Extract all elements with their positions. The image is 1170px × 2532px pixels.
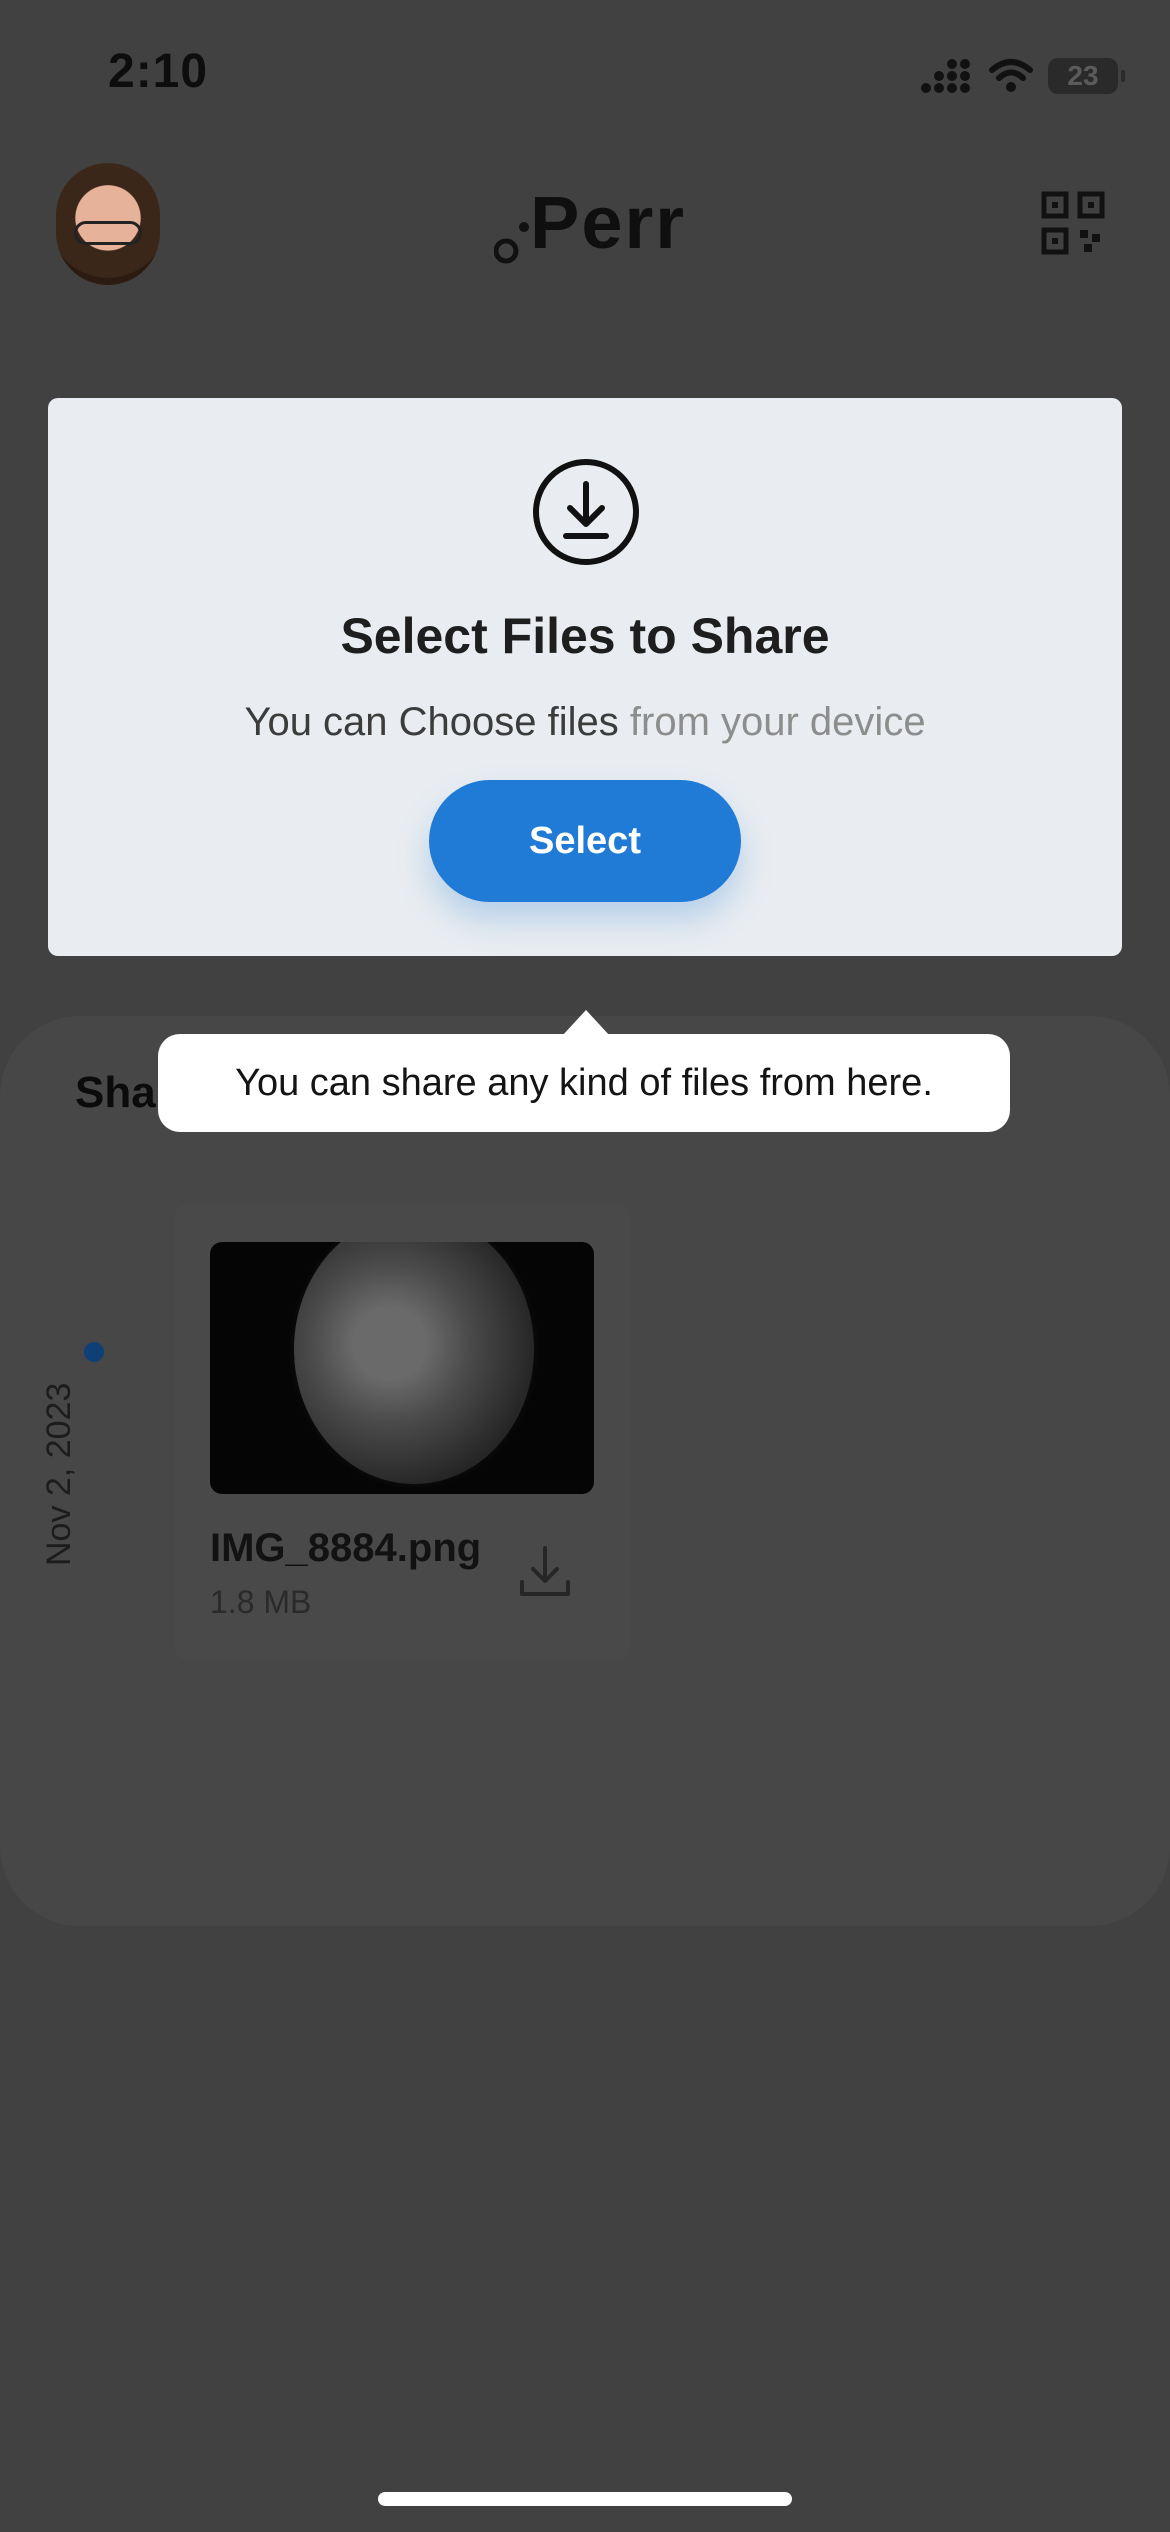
battery-level: 23 [1067,60,1099,91]
status-time: 2:10 [108,45,209,98]
tooltip-arrow [562,1010,610,1036]
select-button[interactable]: Select [429,780,741,902]
avatar-glasses [74,221,142,245]
download-circle-icon [533,459,639,565]
date-label: Nov 2, 2023 [40,1382,78,1566]
file-thumbnail[interactable] [210,1242,594,1494]
card-subtitle-bold: You can Choose files [244,700,619,744]
cellular-signal-icon [921,59,970,93]
wifi-icon [989,59,1033,92]
download-icon[interactable] [516,1542,574,1600]
file-name: IMG_8884.png [210,1526,482,1570]
tooltip: You can share any kind of files from her… [158,1034,1010,1132]
moon-image [294,1242,534,1484]
shared-section-title: Sha [75,1068,156,1117]
card-title: Select Files to Share [340,608,830,664]
card-subtitle-light: from your device [618,700,926,744]
card-subtitle: You can Choose files from your device [48,700,1122,745]
status-icons: 23 [920,52,1125,100]
battery-icon: 23 [1048,58,1125,94]
home-indicator[interactable] [378,2492,792,2506]
file-size: 1.8 MB [210,1584,312,1620]
avatar[interactable] [56,163,160,285]
app-logo: Perr [530,181,687,264]
qr-code-icon[interactable] [1040,190,1106,256]
timeline-dot [84,1342,104,1362]
logo-mark-icon [494,222,529,264]
